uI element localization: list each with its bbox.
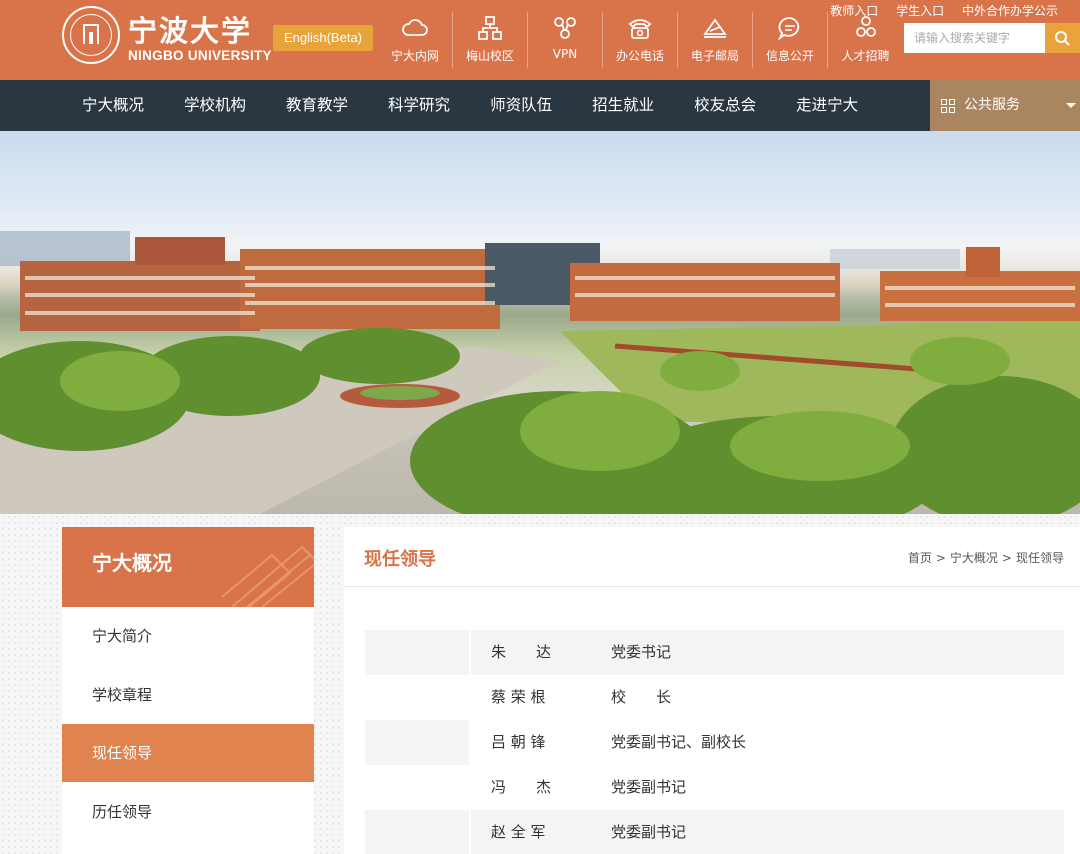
quick-link-label: 人才招聘 [841, 49, 890, 63]
university-logo[interactable]: 宁波大学 NINGBO UNIVERSITY [62, 6, 272, 68]
page-title: 现任领导 [364, 549, 436, 570]
quick-link-intranet[interactable]: 宁大内网 [378, 12, 453, 68]
english-version-button[interactable]: English(Beta) [273, 25, 373, 51]
quick-link-label: 电子邮局 [690, 49, 739, 63]
grid-icon [941, 99, 955, 113]
quick-link-vpn[interactable]: VPN [528, 12, 603, 68]
mail-icon [703, 18, 727, 38]
search-icon [1055, 31, 1070, 46]
breadcrumb-home[interactable]: 首页 [908, 551, 932, 565]
student-portal-link[interactable]: 学生入口 [896, 4, 944, 18]
nav-item-education[interactable]: 教育教学 [266, 80, 368, 131]
leader-title: 党委副书记、副校长 [611, 733, 747, 751]
breadcrumb: 首页 > 宁大概况 > 现任领导 [908, 549, 1064, 566]
sidebar-item-introduction[interactable]: 宁大简介 [62, 607, 314, 665]
nav-item-faculty[interactable]: 师资队伍 [470, 80, 572, 131]
quick-link-label: 办公电话 [615, 49, 664, 63]
quick-link-recruitment[interactable]: 人才招聘 [828, 12, 903, 68]
leader-name: 冯 杰 [491, 778, 552, 796]
chat-bubble-icon [777, 17, 800, 41]
vpn-icon [554, 17, 576, 39]
title-divider [344, 586, 1080, 587]
breadcrumb-separator: > [1001, 551, 1012, 565]
nav-item-alumni[interactable]: 校友总会 [674, 80, 776, 131]
nav-item-about[interactable]: 走进宁大 [776, 80, 878, 131]
leader-title: 校 长 [611, 688, 672, 706]
logo-english-name: NINGBO UNIVERSITY [128, 48, 272, 63]
sidebar-title-text: 宁大概况 [92, 551, 172, 575]
joint-program-notice-link[interactable]: 中外合作办学公示 [962, 4, 1058, 18]
leader-table: 朱 达 党委书记 蔡 荣 根 校 长 吕 朝 锋 党委副书记、副校长 冯 杰 党… [365, 630, 1064, 854]
quick-link-label: 宁大内网 [390, 49, 439, 63]
table-row: 吕 朝 锋 党委副书记、副校长 [365, 720, 1064, 765]
main-panel: 现任领导 首页 > 宁大概况 > 现任领导 朱 达 党委书记 蔡 荣 根 校 长 吕 朝… [344, 527, 1080, 854]
breadcrumb-overview[interactable]: 宁大概况 [950, 551, 998, 565]
leader-name: 蔡 荣 根 [491, 688, 546, 706]
sidebar-item-former-leaders[interactable]: 历任领导 [62, 783, 314, 841]
logo-chinese-name: 宁波大学 [128, 14, 253, 48]
nav-item-admissions[interactable]: 招生就业 [572, 80, 674, 131]
cloud-icon [402, 19, 428, 36]
teacher-portal-link[interactable]: 教师入口 [830, 4, 878, 18]
public-service-dropdown[interactable]: 公共服务 [930, 80, 1080, 131]
university-seal-icon [62, 6, 120, 64]
breadcrumb-separator: > [935, 551, 946, 565]
search-input[interactable] [904, 23, 1045, 53]
sidebar-title: 宁大概况 [62, 527, 314, 607]
sidebar: 宁大概况 宁大简介 学校章程 现任领导 历任领导 [62, 527, 314, 854]
table-row: 朱 达 党委书记 [365, 630, 1064, 675]
quick-link-meishan-campus[interactable]: 梅山校区 [453, 12, 528, 68]
leader-title: 党委书记 [611, 643, 672, 661]
search-button[interactable] [1045, 23, 1080, 53]
nav-item-institutions[interactable]: 学校机构 [164, 80, 266, 131]
decorative-pattern-icon [221, 545, 314, 607]
leader-title: 党委副书记 [611, 823, 687, 841]
quick-links: 宁大内网 梅山校区 VPN 办公电话 电子邮局 信息公开 人才招聘 [378, 12, 903, 68]
quick-link-label: 信息公开 [765, 49, 814, 63]
sidebar-item-charter[interactable]: 学校章程 [62, 666, 314, 724]
table-row: 赵 全 军 党委副书记 [365, 810, 1064, 854]
public-service-label: 公共服务 [964, 97, 1020, 113]
leader-name: 吕 朝 锋 [491, 733, 546, 751]
caret-down-icon [1066, 103, 1076, 108]
campus-banner-image [0, 131, 1080, 514]
nav-item-research[interactable]: 科学研究 [368, 80, 470, 131]
breadcrumb-current: 现任领导 [1015, 551, 1064, 565]
table-row: 冯 杰 党委副书记 [365, 765, 1064, 810]
quick-link-label: VPN [552, 47, 578, 61]
leader-name: 朱 达 [491, 643, 552, 661]
leader-name: 赵 全 军 [491, 823, 546, 841]
quick-link-email[interactable]: 电子邮局 [678, 12, 753, 68]
quick-link-office-phone[interactable]: 办公电话 [603, 12, 678, 68]
portal-links: 教师入口 学生入口 中外合作办学公示 [816, 2, 1058, 19]
top-header: 宁波大学 NINGBO UNIVERSITY English(Beta) 宁大内… [0, 0, 1080, 80]
quick-link-info-disclosure[interactable]: 信息公开 [753, 12, 828, 68]
nav-item-overview[interactable]: 宁大概况 [62, 80, 164, 131]
quick-link-label: 梅山校区 [465, 49, 514, 63]
leader-title: 党委副书记 [611, 778, 687, 796]
sidebar-item-current-leaders[interactable]: 现任领导 [62, 724, 314, 782]
main-nav: 宁大概况 学校机构 教育教学 科学研究 师资队伍 招生就业 校友总会 走进宁大 … [0, 80, 1080, 131]
phone-icon [628, 19, 652, 39]
search-box [904, 23, 1080, 53]
campus-network-icon [478, 16, 502, 40]
table-row: 蔡 荣 根 校 长 [365, 675, 1064, 720]
